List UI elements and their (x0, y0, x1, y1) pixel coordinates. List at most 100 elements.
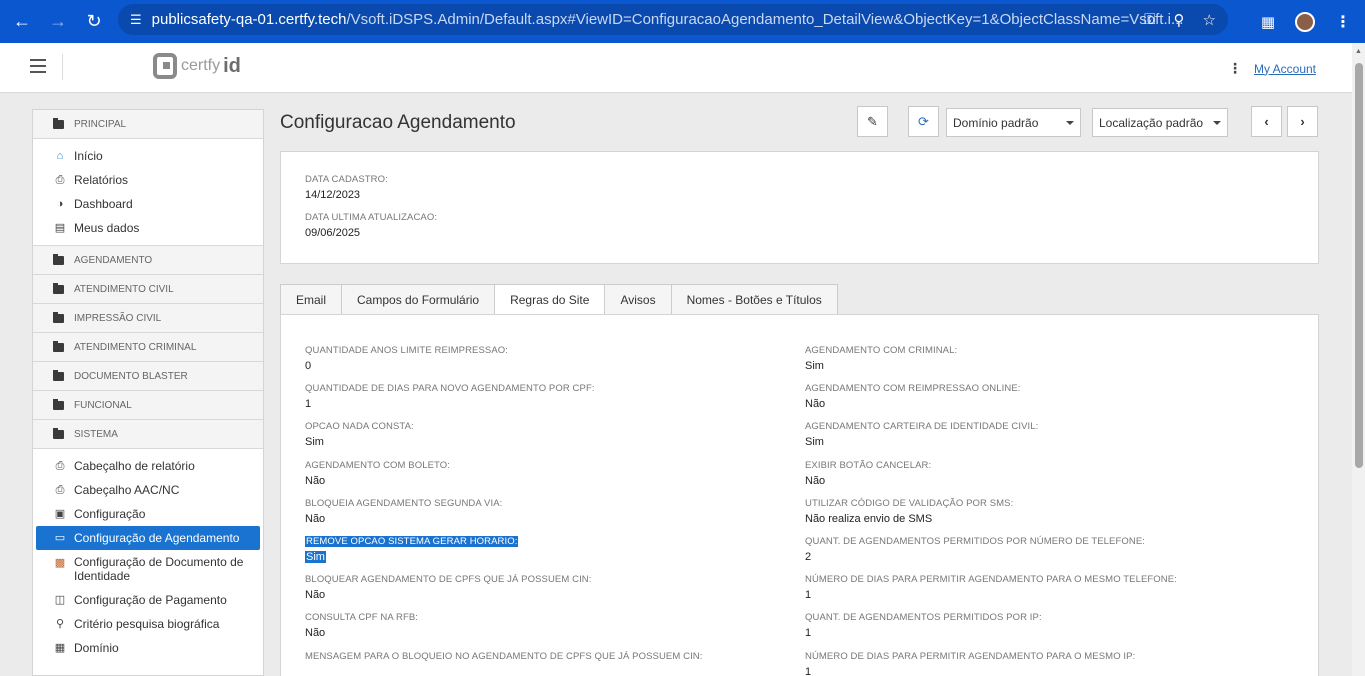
sidebar-item-label: Início (74, 149, 103, 163)
sidebar-item-dashboard[interactable]: ◑ Dashboard (36, 192, 260, 216)
zoom-icon[interactable]: ⚲ (1174, 11, 1185, 29)
folder-icon (53, 117, 64, 129)
refresh-button[interactable]: ⟳ (908, 106, 939, 137)
sidebar-item-label: Cabeçalho de relatório (74, 459, 195, 473)
detail-field: NÚMERO DE DIAS PARA PERMITIR AGENDAMENTO… (805, 574, 1177, 601)
sidebar-group-agendamento[interactable]: AGENDAMENTO (33, 246, 263, 275)
tab-regras-site[interactable]: Regras do Site (494, 284, 605, 315)
chevron-left-icon: ‹ (1264, 114, 1269, 129)
group-label: PRINCIPAL (74, 118, 127, 130)
sidebar-group-atendimento-civil[interactable]: ATENDIMENTO CIVIL (33, 275, 263, 304)
sidebar-item-inicio[interactable]: ⌂ Início (36, 144, 260, 168)
sidebar-item-label: Configuração de Documento de Identidade (74, 555, 244, 583)
sidebar-item-meus-dados[interactable]: ▤ Meus dados (36, 216, 260, 240)
folder-icon (53, 253, 64, 265)
sidebar-item-criterio-pesquisa[interactable]: ⚲ Critério pesquisa biográfica (36, 612, 260, 636)
dominio-select[interactable]: Domínio padrão (946, 108, 1081, 137)
detail-field: AGENDAMENTO CARTEIRA DE IDENTIDADE CIVIL… (805, 421, 1038, 448)
back-icon[interactable]: ← (4, 3, 40, 39)
profile-avatar[interactable] (1295, 11, 1315, 32)
field-label: AGENDAMENTO COM REIMPRESSAO ONLINE: (805, 383, 1021, 394)
more-options-icon[interactable]: ⋮ (1228, 60, 1242, 77)
field-value: 1 (805, 589, 812, 601)
sidebar-group-sistema[interactable]: SISTEMA (33, 420, 263, 449)
logo-mark-icon (153, 53, 177, 79)
sidebar-item-label: Domínio (74, 641, 119, 655)
document-settings-icon: ▩ (54, 557, 66, 569)
field-value: Não (305, 475, 326, 487)
sidebar-group-principal[interactable]: PRINCIPAL (33, 110, 263, 139)
key-icon[interactable]: ⚿ (1144, 11, 1155, 28)
tab-campos-formulario[interactable]: Campos do Formulário (341, 284, 495, 315)
field-label: AGENDAMENTO CARTEIRA DE IDENTIDADE CIVIL… (805, 421, 1039, 432)
next-button[interactable]: › (1287, 106, 1318, 137)
extensions-icon[interactable]: ▦ (1261, 13, 1275, 31)
record-info-panel: DATA CADASTRO: 14/12/2023 DATA ULTIMA AT… (280, 151, 1319, 264)
sidebar-item-configuracao-documento[interactable]: ▩ Configuração de Documento de Identidade (36, 550, 260, 588)
forward-icon[interactable]: → (40, 3, 76, 39)
detail-field: EXIBIR BOTÃO CANCELAR: Não (805, 460, 931, 487)
my-account-link[interactable]: My Account (1254, 62, 1316, 76)
certfy-logo: certfy id (153, 53, 241, 79)
tab-email[interactable]: Email (280, 284, 342, 315)
group-label: AGENDAMENTO (74, 254, 153, 266)
edit-button[interactable]: ✎ (857, 106, 888, 137)
scroll-thumb[interactable] (1355, 63, 1363, 468)
folder-icon (53, 282, 64, 294)
printer-icon: ⎙ (55, 460, 65, 472)
sidebar-item-configuracao-pagamento[interactable]: ◫ Configuração de Pagamento (36, 588, 260, 612)
address-bar[interactable]: ☰ publicsafety-qa-01.certfy.tech/Vsoft.i… (118, 4, 1228, 35)
field-value: Não (305, 513, 326, 525)
sidebar-item-label: Dashboard (74, 197, 133, 211)
page-scrollbar[interactable]: ▲ (1352, 43, 1365, 676)
field-label: UTILIZAR CÓDIGO DE VALIDAÇÃO POR SMS: (805, 498, 1014, 509)
previous-button[interactable]: ‹ (1251, 106, 1282, 137)
hamburger-menu-icon[interactable] (30, 59, 46, 73)
payment-icon: ◫ (54, 594, 66, 606)
detail-field: MENSAGEM PARA O BLOQUEIO NO AGENDAMENTO … (305, 651, 703, 666)
app-header: certfy id ⋮ My Account (0, 43, 1352, 93)
tab-avisos[interactable]: Avisos (604, 284, 671, 315)
field-value: Não (305, 627, 326, 639)
sidebar-group-funcional[interactable]: FUNCIONAL (33, 391, 263, 420)
detail-field: BLOQUEIA AGENDAMENTO SEGUNDA VIA: Não (305, 498, 502, 525)
folder-icon (53, 340, 64, 352)
field-label: OPCAO NADA CONSTA: (305, 421, 414, 432)
sidebar-group-atendimento-criminal[interactable]: ATENDIMENTO CRIMINAL (33, 333, 263, 362)
sidebar-item-dominio[interactable]: ▦ Domínio (36, 636, 260, 660)
sidebar-item-configuracao-agendamento[interactable]: ▭ Configuração de Agendamento (36, 526, 260, 550)
sidebar-item-cabecalho-relatorio[interactable]: ⎙ Cabeçalho de relatório (36, 454, 260, 478)
printer-icon: ⎙ (55, 484, 65, 496)
detail-field: OPCAO NADA CONSTA: Sim (305, 421, 414, 448)
field-label: BLOQUEIA AGENDAMENTO SEGUNDA VIA: (305, 498, 503, 509)
group-label: DOCUMENTO BLASTER (74, 370, 188, 382)
group-label: SISTEMA (74, 428, 118, 440)
scroll-up-icon[interactable]: ▲ (1355, 48, 1362, 55)
sidebar-group-impressao-civil[interactable]: IMPRESSÃO CIVIL (33, 304, 263, 333)
detail-field: AGENDAMENTO COM CRIMINAL: Sim (805, 345, 957, 372)
field-label: BLOQUEAR AGENDAMENTO DE CPFS QUE JÁ POSS… (305, 574, 592, 585)
field-value: Não (805, 398, 826, 410)
group-label: ATENDIMENTO CRIMINAL (74, 341, 197, 353)
folder-icon (53, 398, 64, 410)
sidebar-item-relatorios[interactable]: ⎙ Relatórios (36, 168, 260, 192)
localizacao-select[interactable]: Localização padrão (1092, 108, 1228, 137)
field-value: Sim (305, 436, 324, 448)
field-value: 1 (805, 666, 812, 676)
browser-menu-icon[interactable]: ⋮ (1335, 12, 1351, 32)
regras-site-panel: QUANTIDADE ANOS LIMITE REIMPRESSAO: 0 QUA… (280, 314, 1319, 676)
detail-field: QUANT. DE AGENDAMENTOS PERMITIDOS POR NÚ… (805, 536, 1145, 563)
chevron-right-icon: › (1300, 114, 1305, 129)
sidebar-group-documento-blaster[interactable]: DOCUMENTO BLASTER (33, 362, 263, 391)
localizacao-select-value: Localização padrão (1099, 115, 1204, 130)
sidebar-item-configuracao[interactable]: ▣ Configuração (36, 502, 260, 526)
data-cadastro-field: DATA CADASTRO: 14/12/2023 (305, 174, 388, 201)
sidebar-item-cabecalho-aac[interactable]: ⎙ Cabeçalho AAC/NC (36, 478, 260, 502)
star-icon[interactable]: ☆ (1203, 11, 1216, 29)
pencil-icon: ✎ (867, 113, 878, 129)
dominio-select-value: Domínio padrão (953, 115, 1039, 130)
detail-field: UTILIZAR CÓDIGO DE VALIDAÇÃO POR SMS: Não… (805, 498, 1013, 525)
tab-nomes-botoes-titulos[interactable]: Nomes - Botões e Títulos (670, 284, 838, 315)
site-info-icon[interactable]: ☰ (130, 12, 142, 28)
reload-icon[interactable]: ↻ (76, 3, 112, 39)
